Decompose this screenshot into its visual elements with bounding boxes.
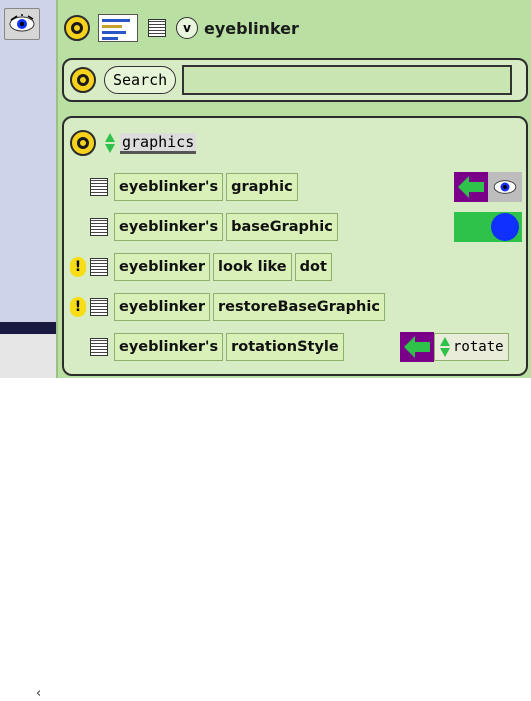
tile-icon[interactable]: [90, 178, 108, 196]
search-input[interactable]: [182, 65, 513, 95]
sidebar-scrollbar[interactable]: ‹: [0, 332, 56, 701]
tile-icon[interactable]: [90, 218, 108, 236]
eye-icon: [493, 180, 517, 194]
list-item: eyeblinker's graphic: [70, 172, 301, 202]
tile-icon[interactable]: [90, 298, 108, 316]
menu-circle-icon: [77, 74, 89, 86]
graphic-setter: [454, 172, 522, 202]
left-arrow-icon[interactable]: [454, 212, 488, 242]
slot-tile[interactable]: graphic: [226, 173, 298, 201]
object-name[interactable]: eyeblinker: [204, 19, 299, 38]
graphic-value[interactable]: [488, 172, 522, 202]
subject-tile[interactable]: eyeblinker's: [114, 213, 224, 241]
category-menu-button[interactable]: [70, 130, 96, 156]
eye-icon: [9, 14, 35, 32]
search-panel-menu-button[interactable]: [70, 67, 96, 93]
tile-icon[interactable]: [148, 19, 166, 37]
eyeblinker-thumbnail[interactable]: [4, 8, 40, 40]
slot-tile[interactable]: baseGraphic: [226, 213, 338, 241]
dot-icon: [491, 213, 519, 241]
subject-tile[interactable]: eyeblinker's: [114, 333, 224, 361]
basegraphic-setter: [454, 212, 522, 242]
subject-tile[interactable]: eyeblinker: [114, 293, 211, 321]
subject-tile[interactable]: eyeblinker's: [114, 173, 224, 201]
slot-tile[interactable]: rotationStyle: [226, 333, 344, 361]
scroll-left-icon[interactable]: ‹: [36, 686, 41, 701]
list-item: eyeblinker's baseGraphic: [70, 212, 341, 242]
viewer-menu-button[interactable]: [64, 15, 90, 41]
up-down-arrows-icon[interactable]: [104, 132, 116, 154]
search-button[interactable]: Search: [104, 66, 177, 94]
rotationstyle-value[interactable]: rotate: [434, 333, 509, 361]
menu-circle-icon: [77, 137, 89, 149]
left-arrow-icon[interactable]: [454, 172, 488, 202]
list-item: eyeblinker's rotationStyle: [70, 332, 347, 362]
argument-tile[interactable]: dot: [294, 253, 332, 281]
list-item: ! eyeblinker look like dot: [70, 252, 335, 282]
category-list-thumbnail[interactable]: [98, 14, 138, 42]
tile-icon[interactable]: [90, 338, 108, 356]
object-viewer: v eyeblinker Search graphics eyeblinker'…: [56, 0, 531, 378]
left-arrow-icon[interactable]: [400, 332, 434, 362]
variable-menu-button[interactable]: v: [176, 17, 198, 39]
category-panel: graphics eyeblinker's graphic eyeblinker…: [62, 116, 528, 376]
basegraphic-value[interactable]: [488, 212, 522, 242]
subject-tile[interactable]: eyeblinker: [114, 253, 211, 281]
command-tile[interactable]: look like: [213, 253, 292, 281]
viewer-header: v eyeblinker: [64, 10, 299, 46]
search-panel: Search: [62, 58, 528, 102]
menu-circle-icon: [71, 22, 83, 34]
tile-icon[interactable]: [90, 258, 108, 276]
category-header: graphics: [70, 130, 197, 156]
rotationstyle-label: rotate: [453, 339, 504, 355]
category-name[interactable]: graphics: [120, 132, 197, 154]
rotationstyle-setter: rotate: [400, 332, 509, 362]
exclamation-icon[interactable]: !: [70, 257, 86, 277]
list-item: ! eyeblinker restoreBaseGraphic: [70, 292, 388, 322]
command-tile[interactable]: restoreBaseGraphic: [213, 293, 385, 321]
exclamation-icon[interactable]: !: [70, 297, 86, 317]
up-down-arrows-icon[interactable]: [439, 336, 451, 358]
